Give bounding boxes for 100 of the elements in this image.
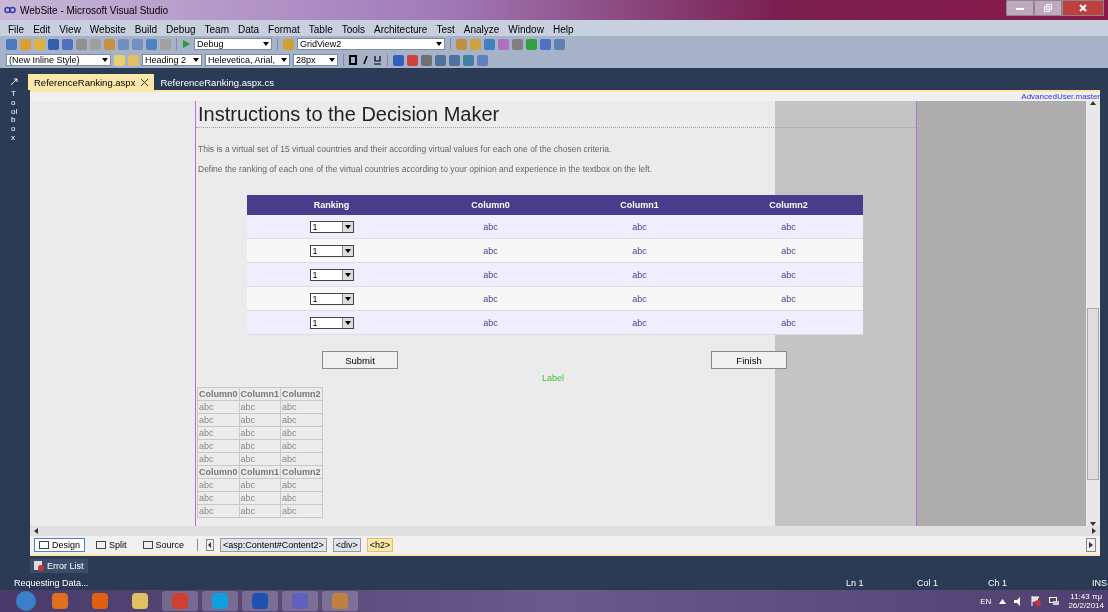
menu-item[interactable]: Analyze xyxy=(463,23,500,35)
taskbar-app-icon[interactable] xyxy=(92,593,108,609)
menu-item[interactable]: Format xyxy=(268,23,300,35)
toolbar-icon[interactable] xyxy=(146,38,157,50)
toolbar-icon[interactable] xyxy=(526,38,537,50)
scroll-left-icon[interactable] xyxy=(34,528,38,534)
ranking-dropdown[interactable]: 1 xyxy=(309,316,354,329)
toolbar-icon[interactable] xyxy=(160,38,171,50)
document-tab[interactable]: ReferenceRanking.aspx xyxy=(28,74,155,90)
font-dropdown[interactable]: Helevetica, Arial, xyxy=(205,54,290,66)
toolbar-icon[interactable] xyxy=(407,54,418,66)
tag-breadcrumb[interactable]: <asp:Content#Content2> xyxy=(220,538,327,552)
status-label: Label xyxy=(542,373,565,383)
menu-item[interactable]: Data xyxy=(238,23,260,35)
ranking-dropdown[interactable]: 1 xyxy=(309,244,354,257)
menu-item[interactable]: Tools xyxy=(341,23,366,35)
table-cell: abc xyxy=(280,426,323,440)
menu-item[interactable]: View xyxy=(59,23,81,35)
restore-button[interactable] xyxy=(1034,0,1062,16)
toolbar-icon[interactable] xyxy=(477,54,488,66)
toolbar-icon[interactable] xyxy=(90,38,101,50)
start-debugging-icon[interactable] xyxy=(182,39,191,49)
vertical-scrollbar[interactable] xyxy=(1086,101,1100,526)
language-indicator[interactable]: EN xyxy=(980,596,992,606)
table-cell: abc xyxy=(714,286,863,311)
toolbar-icon[interactable] xyxy=(6,38,17,50)
menu-item[interactable]: File xyxy=(8,23,25,35)
taskbar-app-icon[interactable] xyxy=(212,593,228,609)
caret-icon xyxy=(344,224,351,229)
clock[interactable]: 11:43 πμ 26/2/2014 xyxy=(1068,592,1104,610)
taskbar-app-icon[interactable] xyxy=(52,593,68,609)
caret-icon xyxy=(344,320,351,325)
error-list-tab[interactable]: Error List xyxy=(30,559,88,573)
flag-icon[interactable] xyxy=(1031,596,1042,606)
underline-icon[interactable] xyxy=(373,55,382,65)
table-cell: abc xyxy=(197,426,239,440)
scroll-right-icon[interactable] xyxy=(1086,538,1096,552)
horizontal-scrollbar[interactable] xyxy=(30,526,1100,536)
toolbox-tab[interactable]: Toolbox xyxy=(11,90,19,143)
toolbar-icon[interactable] xyxy=(463,54,474,66)
view-tab[interactable]: Design xyxy=(34,538,85,552)
toolbar-icon[interactable] xyxy=(76,38,87,50)
scroll-left-icon[interactable] xyxy=(206,539,215,551)
toolbar-icon[interactable] xyxy=(104,38,115,50)
ranking-dropdown[interactable]: 1 xyxy=(309,268,354,281)
toolbar-icon[interactable] xyxy=(540,38,551,50)
document-tab[interactable]: ReferenceRanking.aspx.cs xyxy=(154,74,280,90)
menu-item[interactable]: Team xyxy=(204,23,229,35)
menu-item[interactable]: Website xyxy=(89,23,126,35)
taskbar-app-icon[interactable] xyxy=(132,593,148,609)
menu-item[interactable]: Edit xyxy=(33,23,51,35)
configuration-dropdown[interactable]: Debug xyxy=(194,38,272,50)
network-icon[interactable] xyxy=(1049,596,1061,606)
toolbar-icon[interactable] xyxy=(114,54,125,66)
toolbar-icon[interactable] xyxy=(393,54,404,66)
start-button[interactable] xyxy=(14,590,38,612)
block-format-dropdown[interactable]: Heading 2 xyxy=(142,54,202,66)
taskbar-app-icon[interactable] xyxy=(332,593,348,609)
ranking-dropdown[interactable]: 1 xyxy=(309,292,354,305)
toolbar-icon[interactable] xyxy=(512,38,523,50)
minimize-button[interactable] xyxy=(1006,0,1034,16)
menu-item[interactable]: Test xyxy=(436,23,455,35)
toolbar-icon[interactable] xyxy=(449,54,460,66)
table-cell: abc xyxy=(280,504,323,518)
toolbar-icon[interactable] xyxy=(554,38,565,50)
toolbar-icon[interactable] xyxy=(118,38,129,50)
toolbar-icon[interactable] xyxy=(421,54,432,66)
menu-item[interactable]: Architecture xyxy=(374,23,428,35)
toolbar-icon[interactable] xyxy=(484,38,495,50)
font-size-dropdown[interactable]: 28px xyxy=(293,54,338,66)
italic-icon[interactable] xyxy=(361,55,370,65)
column-header: Column2 xyxy=(714,195,863,215)
tag-breadcrumb[interactable]: <div> xyxy=(332,538,361,552)
toolbar-icon[interactable] xyxy=(498,38,509,50)
menu-item[interactable]: Build xyxy=(134,23,158,35)
ranking-dropdown[interactable]: 1 xyxy=(309,220,354,233)
toolbar-icon[interactable] xyxy=(456,38,467,50)
scroll-right-icon[interactable] xyxy=(1092,528,1096,534)
menu-item[interactable]: Window xyxy=(508,23,544,35)
finish-button[interactable]: Finish xyxy=(711,351,787,369)
toolbar-icon[interactable] xyxy=(132,38,143,50)
close-button[interactable] xyxy=(1062,0,1104,16)
toolbar-icon[interactable] xyxy=(48,38,59,50)
toolbar-icon[interactable] xyxy=(128,54,139,66)
submit-button[interactable]: Submit xyxy=(322,351,398,369)
close-icon[interactable] xyxy=(141,78,149,86)
master-page-link[interactable]: AdvancedUser.master xyxy=(1021,92,1100,101)
caret-icon xyxy=(263,42,269,46)
view-tab[interactable]: Split xyxy=(91,538,132,552)
find-dropdown[interactable]: GridView2 xyxy=(297,38,445,50)
menu-item[interactable]: Table xyxy=(308,23,333,35)
toolbar-icon[interactable] xyxy=(62,38,73,50)
tag-breadcrumb[interactable]: <h2> xyxy=(366,538,394,552)
menu-item[interactable]: Debug xyxy=(166,23,196,35)
taskbar-app-icon[interactable] xyxy=(252,593,268,609)
show-hidden-icons-icon[interactable] xyxy=(999,598,1007,604)
view-tab[interactable]: Source xyxy=(137,538,190,552)
style-dropdown[interactable]: (New Inline Style) xyxy=(6,54,111,66)
toolbar-icon[interactable] xyxy=(435,54,446,66)
menu-item[interactable]: Help xyxy=(552,23,574,35)
